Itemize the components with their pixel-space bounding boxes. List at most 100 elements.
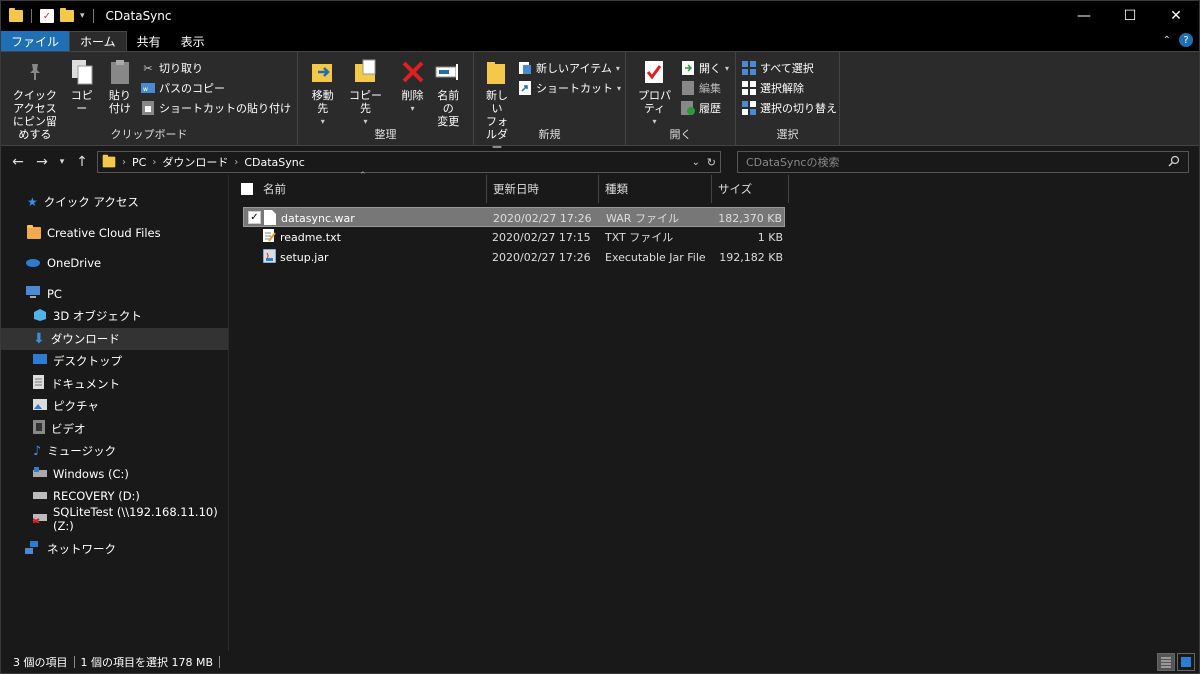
file-size: 192,182 KB: [719, 250, 783, 264]
large-icons-view-icon: [1181, 657, 1191, 667]
properties-icon[interactable]: ✓: [40, 9, 54, 23]
cut-button[interactable]: ✂ 切り取り: [141, 58, 291, 78]
selection-info: 1 個の項目を選択 178 MB: [80, 656, 214, 669]
properties-big-icon: [640, 58, 668, 86]
back-button[interactable]: ←: [9, 154, 27, 170]
column-header-date[interactable]: 更新日時: [487, 175, 599, 203]
select-none-button[interactable]: 選択解除: [742, 78, 833, 98]
breadcrumb-downloads[interactable]: ダウンロード: [162, 154, 228, 170]
tab-file[interactable]: ファイル: [1, 31, 70, 51]
nav-music-label: ミュージック: [47, 444, 117, 459]
nav-sqlitetest-z[interactable]: SQLiteTest (\\192.168.11.10) (Z:): [1, 504, 228, 533]
nav-videos-label: ビデオ: [51, 421, 86, 436]
file-type: TXT ファイル: [605, 231, 674, 244]
search-input[interactable]: CDataSyncの検索: [737, 151, 1189, 173]
cloud-icon: [25, 256, 41, 270]
breadcrumb-cdatasync[interactable]: CDataSync: [244, 156, 304, 169]
table-row[interactable]: ✓ datasync.war 2020/02/27 17:26 WAR ファイル…: [243, 207, 785, 227]
column-header-size[interactable]: サイズ: [712, 175, 789, 203]
forward-button[interactable]: →: [33, 154, 51, 170]
up-button[interactable]: ↑: [73, 154, 91, 170]
tab-share[interactable]: 共有: [127, 31, 171, 51]
invert-selection-button[interactable]: 選択の切り替え: [742, 98, 837, 118]
rename-label: 名前の 変更: [437, 89, 460, 128]
nav-downloads[interactable]: ⬇ ダウンロード: [1, 327, 228, 350]
path-separator-icon[interactable]: ›: [234, 157, 238, 168]
help-icon[interactable]: ?: [1179, 33, 1193, 47]
nav-quick-access[interactable]: ★ クイック アクセス: [1, 191, 228, 214]
new-item-button[interactable]: 新しいアイテム ▾: [518, 58, 621, 78]
copy-path-label: パスのコピー: [159, 82, 225, 95]
column-header-type[interactable]: 種類: [599, 175, 712, 203]
select-all-button[interactable]: すべて選択: [742, 58, 833, 78]
network-icon: [25, 540, 41, 558]
cut-label: 切り取り: [159, 62, 203, 75]
computer-icon: [25, 285, 41, 302]
collapse-ribbon-icon[interactable]: ⌃: [1163, 35, 1171, 46]
invert-selection-icon: [742, 101, 756, 115]
new-folder-big-icon: [483, 58, 511, 86]
table-row[interactable]: readme.txt 2020/02/27 17:15 TXT ファイル 1 K…: [243, 227, 785, 247]
drive-icon: [33, 489, 47, 503]
nav-sqlitetest-z-label: SQLiteTest (\\192.168.11.10) (Z:): [53, 504, 218, 533]
nav-3d-objects-label: 3D オブジェクト: [53, 309, 142, 324]
column-header-name[interactable]: 名前: [257, 175, 487, 203]
paste-label: 貼り付け: [108, 89, 131, 115]
column-name-label: 名前: [263, 182, 286, 196]
large-icons-view-button[interactable]: [1177, 653, 1195, 671]
select-group-title: 選択: [776, 128, 799, 141]
nav-pictures-label: ピクチャ: [53, 399, 99, 414]
paste-shortcut-button[interactable]: ショートカットの貼り付け: [141, 98, 291, 118]
nav-videos[interactable]: ビデオ: [1, 418, 228, 441]
edit-button[interactable]: 編集: [681, 78, 729, 98]
refresh-icon[interactable]: ↻: [707, 156, 716, 169]
file-name: readme.txt: [280, 230, 341, 244]
nav-windows-c[interactable]: Windows (C:): [1, 463, 228, 486]
close-button[interactable]: ✕: [1153, 1, 1199, 31]
nav-3d-objects[interactable]: 3D オブジェクト: [1, 305, 228, 328]
path-separator-icon[interactable]: ›: [122, 157, 126, 168]
breadcrumb-pc[interactable]: PC: [132, 156, 146, 169]
nav-creative-cloud-label: Creative Cloud Files: [47, 225, 161, 240]
copy-to-label: コピー先: [349, 89, 382, 115]
new-folder-icon[interactable]: [60, 8, 74, 22]
column-date-label: 更新日時: [493, 182, 539, 196]
nav-network[interactable]: ネットワーク: [1, 538, 228, 561]
edit-icon: [681, 81, 695, 95]
separator: [31, 9, 32, 23]
nav-documents[interactable]: ドキュメント: [1, 373, 228, 396]
ribbon-controls: ⌃ ?: [1163, 33, 1193, 47]
quick-access-toolbar: ✓ ▾: [9, 8, 96, 23]
select-all-checkbox[interactable]: [241, 183, 253, 195]
tab-home[interactable]: ホーム: [69, 31, 127, 51]
search-icon[interactable]: [1168, 155, 1180, 170]
nav-pc[interactable]: PC: [1, 283, 228, 306]
tab-view[interactable]: 表示: [171, 31, 215, 51]
nav-onedrive[interactable]: OneDrive: [1, 252, 228, 275]
details-view-button[interactable]: [1157, 653, 1175, 671]
desktop-icon: [33, 353, 47, 369]
address-dropdown-icon[interactable]: ⌄: [692, 157, 700, 168]
shortcut-button[interactable]: ショートカット ▾: [518, 78, 621, 98]
nav-creative-cloud[interactable]: Creative Cloud Files: [1, 222, 228, 245]
table-row[interactable]: setup.jar 2020/02/27 17:26 Executable Ja…: [243, 247, 785, 267]
copy-path-button[interactable]: w パスのコピー: [141, 78, 291, 98]
path-separator-icon[interactable]: ›: [152, 157, 156, 168]
nav-desktop-label: デスクトップ: [53, 354, 122, 369]
status-bar: 3 個の項目 1 個の項目を選択 178 MB: [1, 651, 1199, 673]
history-button[interactable]: 履歴: [680, 98, 729, 118]
address-bar[interactable]: › PC › ダウンロード › CDataSync ⌄ ↻: [97, 151, 721, 173]
open-dropdown-icon: ▾: [724, 63, 729, 73]
minimize-button[interactable]: —: [1061, 1, 1107, 31]
recent-locations-button[interactable]: ▾: [57, 157, 67, 167]
row-checkbox[interactable]: ✓: [248, 211, 261, 224]
open-button[interactable]: 開く ▾: [681, 58, 729, 78]
nav-desktop[interactable]: デスクトップ: [1, 350, 228, 373]
nav-pictures[interactable]: ピクチャ: [1, 395, 228, 418]
maximize-button[interactable]: ☐: [1107, 1, 1153, 31]
history-label: 履歴: [698, 102, 721, 115]
select-all-icon: [742, 61, 756, 75]
paste-icon: [106, 58, 134, 86]
nav-music[interactable]: ♪ ミュージック: [1, 440, 228, 463]
customize-qat-icon[interactable]: ▾: [80, 11, 85, 21]
